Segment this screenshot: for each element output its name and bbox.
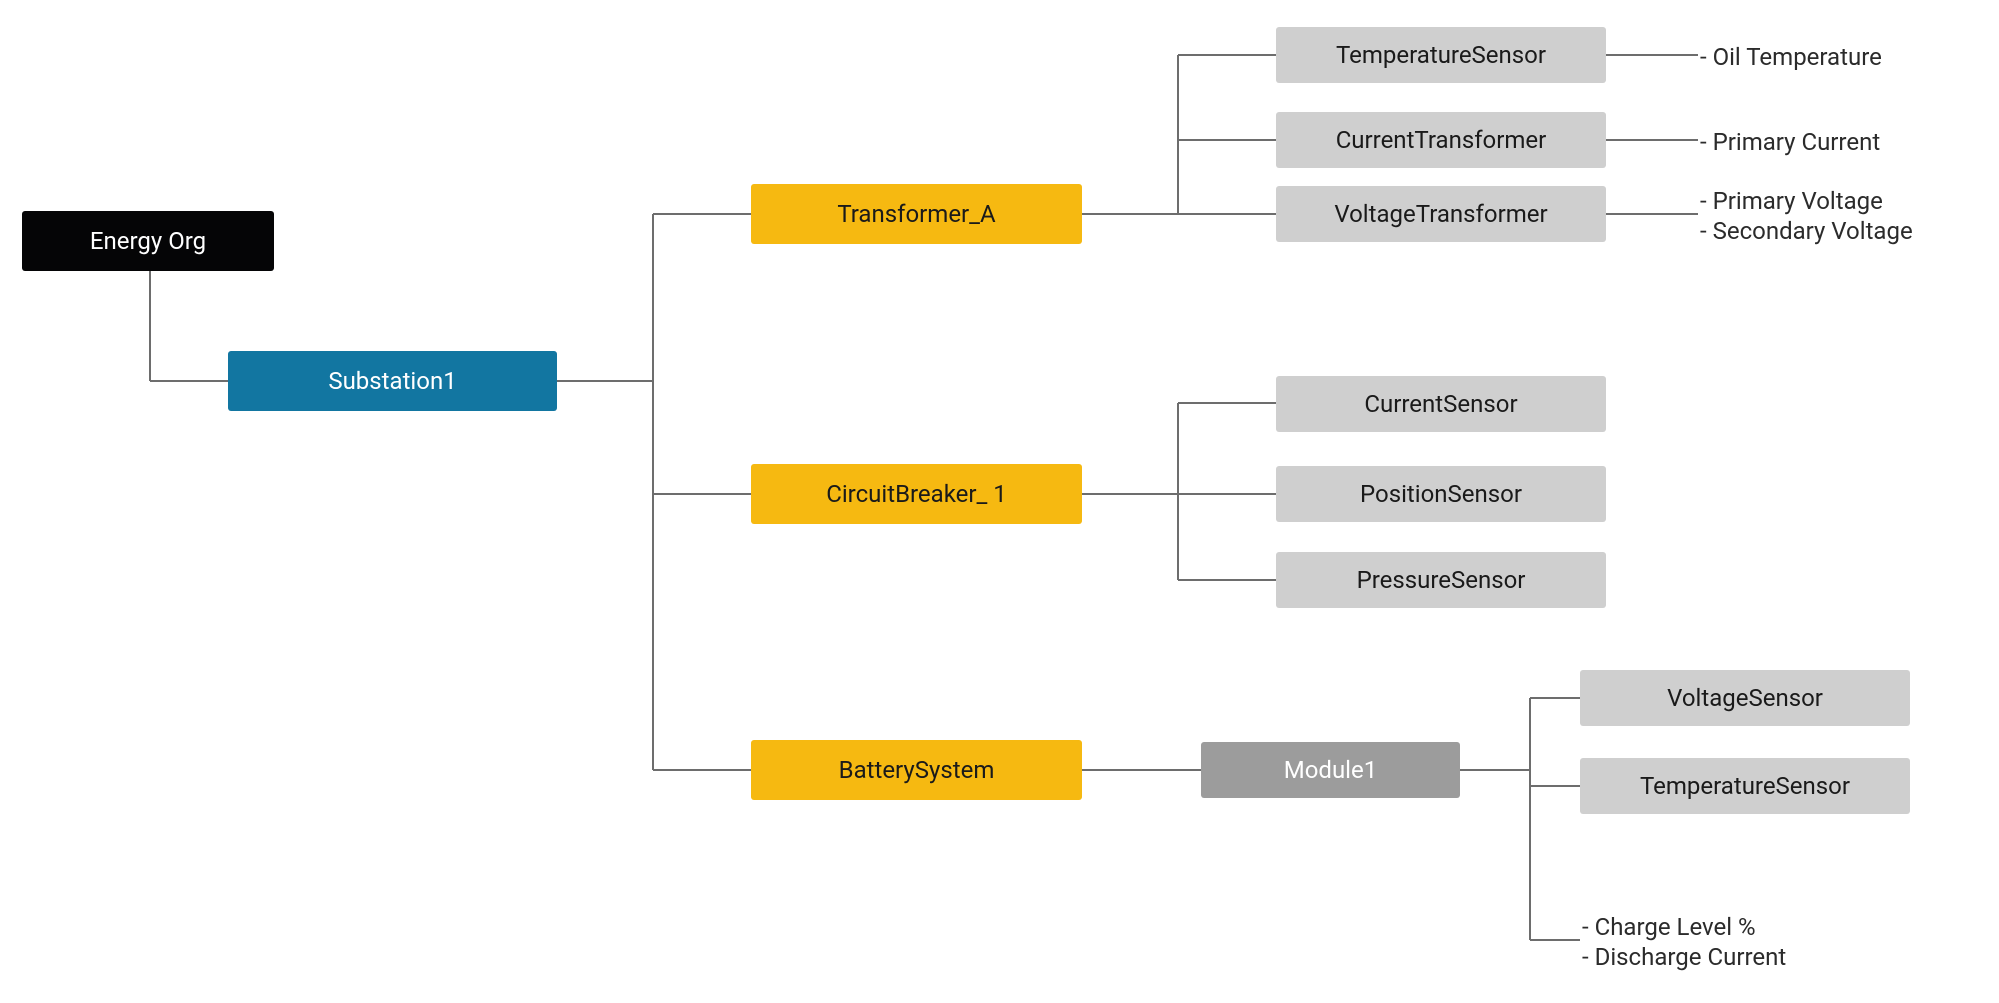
- attr-text: - Primary Current: [1700, 127, 1880, 157]
- attr-text: - Primary Voltage: [1700, 186, 1883, 216]
- node-transformer-a: Transformer_A: [751, 184, 1082, 244]
- attr-text: - Oil Temperature: [1700, 42, 1882, 72]
- node-temperature-sensor: TemperatureSensor: [1276, 27, 1606, 83]
- attr-voltage-transformer: - Primary Voltage - Secondary Voltage: [1700, 186, 1913, 246]
- attr-primary-current: - Primary Current: [1700, 127, 1880, 157]
- node-battery-system: BatterySystem: [751, 740, 1082, 800]
- node-module1: Module1: [1201, 742, 1460, 798]
- node-temperature-sensor-2: TemperatureSensor: [1580, 758, 1910, 814]
- attr-text: - Charge Level %: [1582, 912, 1756, 942]
- node-pressure-sensor: PressureSensor: [1276, 552, 1606, 608]
- node-circuit-breaker-1: CircuitBreaker_ 1: [751, 464, 1082, 524]
- attr-text: - Discharge Current: [1582, 942, 1786, 972]
- node-voltage-transformer: VoltageTransformer: [1276, 186, 1606, 242]
- diagram-stage: Energy Org Substation1 Transformer_A Cir…: [0, 0, 1999, 1003]
- node-substation1: Substation1: [228, 351, 557, 411]
- attr-oil-temperature: - Oil Temperature: [1700, 42, 1882, 72]
- node-position-sensor: PositionSensor: [1276, 466, 1606, 522]
- node-current-sensor: CurrentSensor: [1276, 376, 1606, 432]
- node-current-transformer: CurrentTransformer: [1276, 112, 1606, 168]
- attr-module1: - Charge Level % - Discharge Current: [1582, 912, 1786, 972]
- attr-text: - Secondary Voltage: [1700, 216, 1913, 246]
- node-voltage-sensor: VoltageSensor: [1580, 670, 1910, 726]
- node-energy-org: Energy Org: [22, 211, 274, 271]
